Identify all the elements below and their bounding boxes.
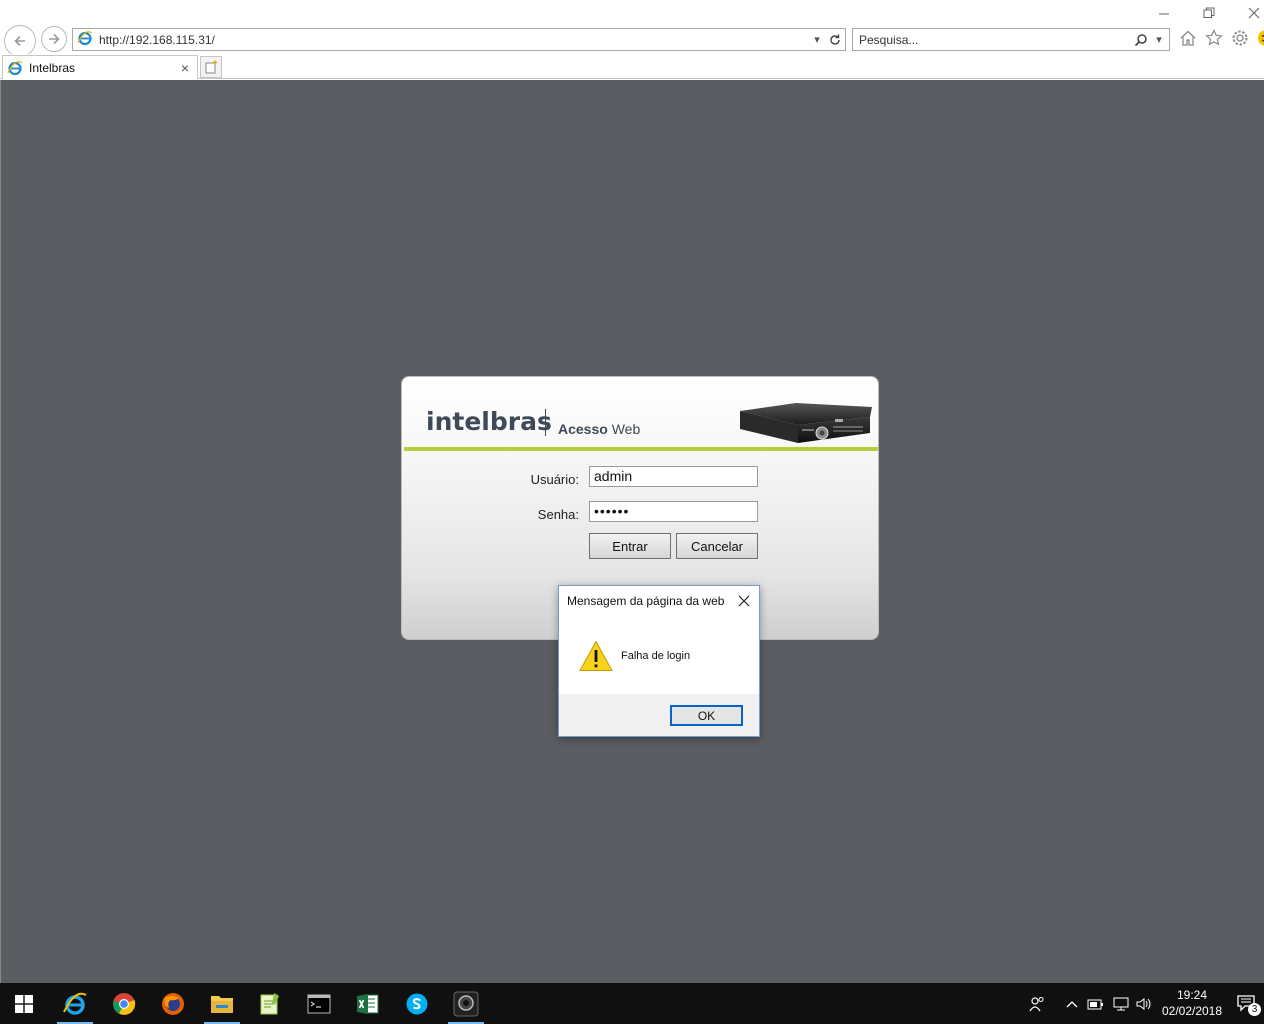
refresh-icon[interactable]	[827, 32, 843, 48]
tab-title: Intelbras	[29, 60, 76, 75]
skype-icon	[406, 993, 428, 1014]
tab-intelbras[interactable]: Intelbras ×	[2, 55, 198, 79]
password-label: Senha:	[537, 507, 579, 522]
dialog-close-button[interactable]	[735, 592, 753, 610]
taskbar-notepad-plus[interactable]	[246, 983, 294, 1024]
arrow-right-icon	[49, 33, 60, 45]
ie-tab-icon	[7, 60, 23, 76]
taskbar-clock[interactable]: 19:24 02/02/2018	[1158, 987, 1226, 1019]
start-button[interactable]	[0, 983, 48, 1024]
user-label: Usuário:	[530, 472, 579, 487]
volume-button[interactable]	[1134, 983, 1154, 1024]
dialog-message: Falha de login	[621, 650, 691, 662]
network-button[interactable]	[1110, 983, 1132, 1024]
favorites-star-icon[interactable]	[1204, 28, 1224, 48]
brand-divider	[545, 409, 546, 436]
close-icon	[1248, 7, 1260, 19]
alert-dialog: Mensagem da página da web Falha de login…	[558, 585, 760, 737]
battery-icon	[1087, 999, 1103, 1009]
volume-icon	[1136, 997, 1151, 1010]
intelbras-app-icon	[453, 991, 479, 1016]
user-input[interactable]: admin	[589, 466, 758, 487]
new-tab-button[interactable]	[200, 56, 222, 78]
battery-button[interactable]	[1086, 983, 1106, 1024]
terminal-icon	[307, 994, 331, 1013]
taskbar-firefox[interactable]	[149, 983, 197, 1024]
ie-page-icon	[77, 30, 93, 49]
dropdown-arrow-icon[interactable]: ▾	[809, 32, 825, 48]
search-input[interactable]	[859, 32, 1133, 47]
chevron-up-icon	[1066, 1000, 1078, 1007]
login-header: intelbras Acesso Web	[402, 377, 878, 449]
clock-time: 19:24	[1176, 988, 1208, 1002]
clock-date: 02/02/2018	[1161, 1004, 1223, 1018]
windows-logo-icon	[15, 994, 33, 1013]
restore-icon	[1203, 7, 1215, 18]
password-input[interactable]: ••••••	[589, 501, 758, 522]
forward-button[interactable]	[41, 26, 67, 52]
dvr-device-image	[740, 403, 872, 443]
new-tab-icon	[205, 60, 217, 74]
people-icon	[1029, 996, 1044, 1011]
back-button[interactable]	[4, 25, 36, 57]
taskbar: 19:24 02/02/2018 3	[0, 983, 1264, 1024]
page-content: intelbras Acesso Web Usuário: admin Senh…	[0, 80, 1264, 983]
arrow-left-icon	[14, 35, 25, 47]
network-icon	[1113, 997, 1129, 1010]
taskbar-terminal[interactable]	[295, 983, 343, 1024]
home-icon[interactable]	[1178, 28, 1198, 48]
action-center-button[interactable]: 3	[1236, 993, 1261, 1016]
search-dropdown-icon[interactable]: ▾	[1151, 32, 1167, 48]
brand-subtitle: Acesso Web	[558, 421, 641, 437]
tab-close-icon[interactable]: ×	[177, 60, 193, 76]
minimize-button[interactable]	[1154, 4, 1174, 22]
cancel-button[interactable]: Cancelar	[676, 533, 758, 559]
tray-expand-button[interactable]	[1062, 983, 1082, 1024]
taskbar-file-explorer[interactable]	[198, 983, 246, 1024]
settings-gear-icon[interactable]	[1230, 28, 1250, 48]
taskbar-skype[interactable]	[393, 983, 441, 1024]
chrome-icon	[113, 992, 136, 1015]
notification-count: 3	[1248, 1003, 1261, 1016]
internet-explorer-icon	[63, 992, 87, 1015]
address-text[interactable]: http://192.168.115.31/	[99, 33, 809, 47]
dialog-title: Mensagem da página da web	[567, 594, 725, 608]
intelbras-logo: intelbras	[426, 407, 552, 436]
warning-icon	[579, 640, 613, 671]
close-icon	[738, 595, 750, 607]
tab-bar: Intelbras ×	[0, 54, 1264, 79]
people-button[interactable]	[1026, 983, 1048, 1024]
ok-button[interactable]: OK	[670, 705, 743, 726]
accent-line	[404, 447, 878, 451]
restore-button[interactable]	[1199, 4, 1219, 22]
taskbar-intelbras-app[interactable]	[442, 983, 490, 1024]
notepad-plus-icon	[260, 992, 279, 1014]
search-box[interactable]: ▾	[852, 28, 1170, 51]
taskbar-chrome[interactable]	[100, 983, 148, 1024]
excel-icon	[357, 993, 379, 1014]
enter-button[interactable]: Entrar	[589, 533, 671, 559]
taskbar-internet-explorer[interactable]	[51, 983, 99, 1024]
close-window-button[interactable]	[1244, 4, 1264, 22]
firefox-icon	[162, 992, 184, 1015]
taskbar-excel[interactable]	[344, 983, 392, 1024]
smiley-feedback-icon[interactable]	[1256, 28, 1264, 48]
dialog-footer: OK	[559, 694, 759, 736]
minimize-icon	[1159, 13, 1169, 15]
browser-toolbar: http://192.168.115.31/ ▾ ▾	[0, 0, 1264, 57]
file-explorer-icon	[211, 995, 233, 1013]
search-icon[interactable]	[1133, 32, 1149, 48]
address-bar[interactable]: http://192.168.115.31/ ▾	[72, 28, 846, 51]
